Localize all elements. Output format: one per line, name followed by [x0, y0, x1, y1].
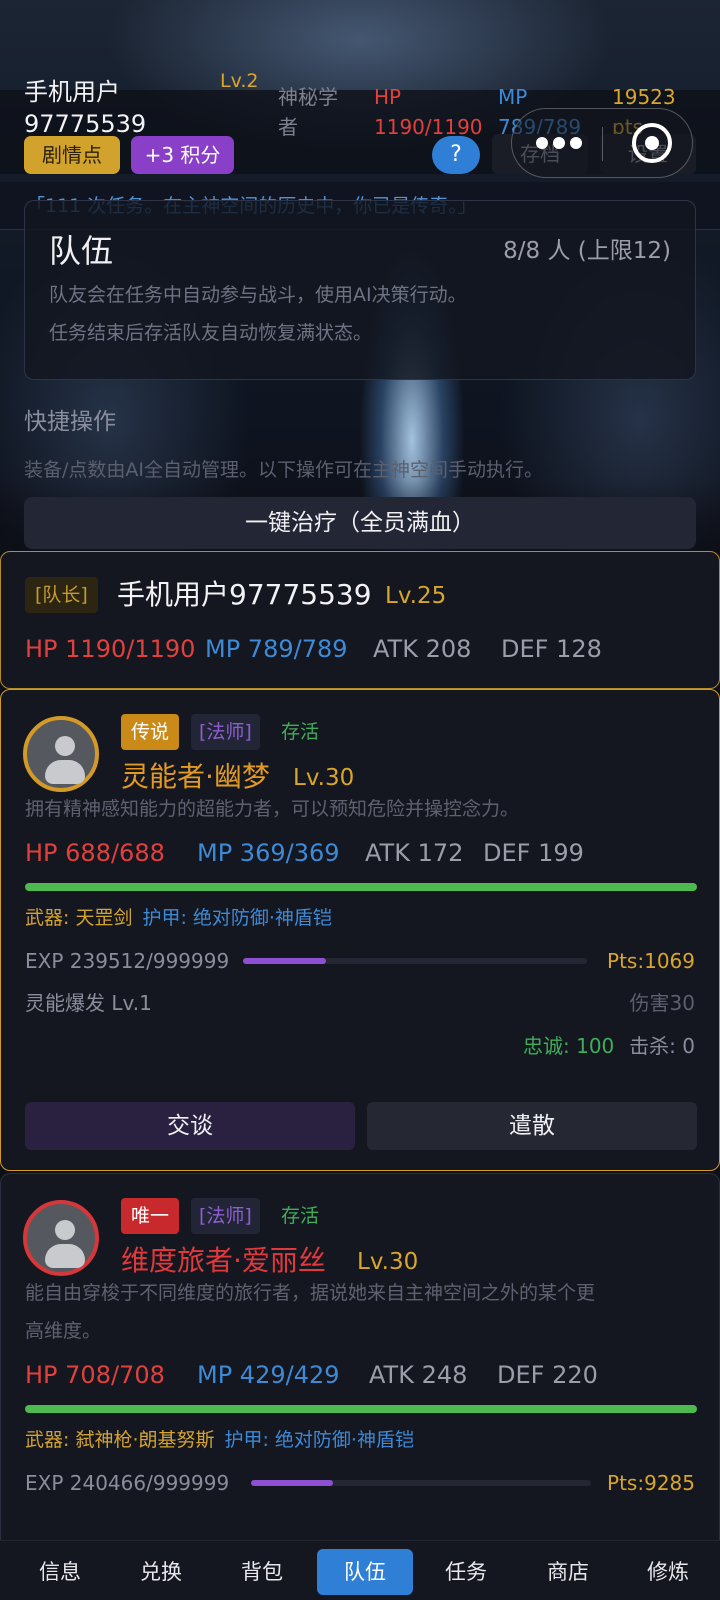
- member-desc-line-2: 高维度。: [25, 1320, 102, 1342]
- quick-actions-desc: 装备/点数由AI全自动管理。以下操作可在主神空间手动执行。: [24, 459, 544, 481]
- leader-level: Lv.25: [385, 583, 447, 609]
- heal-all-button[interactable]: 一键治疗（全员满血）: [24, 497, 696, 549]
- quick-actions-title: 快捷操作: [24, 409, 116, 435]
- exp-bar: [243, 958, 587, 964]
- member-points: Pts:9285: [607, 1471, 695, 1495]
- team-desc-line-1: 队友会在任务中自动参与战斗，使用AI决策行动。: [49, 284, 467, 306]
- nav-tab-training[interactable]: 修炼: [620, 1549, 716, 1595]
- player-hp: HP 1190/1190: [374, 85, 483, 139]
- member-hp: HP 688/688: [25, 839, 165, 867]
- loyalty-label: 忠诚: 100: [523, 1034, 615, 1058]
- target-circle-icon[interactable]: [632, 123, 672, 163]
- hp-bar: [25, 1405, 697, 1413]
- class-badge: [法师]: [191, 714, 260, 750]
- more-dots-icon[interactable]: [536, 133, 582, 153]
- nav-tab-exchange[interactable]: 兑换: [113, 1549, 209, 1595]
- exp-label: EXP 239512/999999: [25, 949, 230, 973]
- weapon-label: 武器: 弑神枪·朗基努斯: [25, 1429, 215, 1451]
- capsule-divider: [602, 127, 603, 161]
- member-def: DEF 220: [497, 1361, 598, 1389]
- team-info-card: 队伍 8/8 人 (上限12) 队友会在任务中自动参与战斗，使用AI决策行动。 …: [24, 200, 696, 380]
- player-level: Lv.2: [220, 70, 259, 92]
- team-title: 队伍: [49, 232, 114, 270]
- score-badge: +3 积分: [131, 136, 234, 174]
- user-avatar-icon: [23, 1200, 99, 1276]
- nav-tab-quests[interactable]: 任务: [418, 1549, 514, 1595]
- member-atk: ATK 172: [365, 839, 464, 867]
- member-points: Pts:1069: [607, 949, 695, 973]
- member-hp: HP 708/708: [25, 1361, 165, 1389]
- weapon-label: 武器: 天罡剑: [25, 907, 133, 929]
- player-title: 神秘学者: [278, 85, 338, 139]
- member-atk: ATK 248: [369, 1361, 468, 1389]
- player-name: 手机用户97775539: [24, 78, 147, 138]
- exp-bar: [251, 1480, 591, 1486]
- nav-tab-shop[interactable]: 商店: [520, 1549, 616, 1595]
- rarity-badge: 唯一: [121, 1198, 180, 1234]
- armor-label: 护甲: 绝对防御·神盾铠: [142, 907, 332, 929]
- bottom-nav: 信息 兑换 背包 队伍 任务 商店 修炼: [0, 1540, 720, 1600]
- member-desc-line-1: 能自由穿梭于不同维度的旅行者，据说她来自主神空间之外的某个更: [25, 1282, 596, 1304]
- equipment-line: 武器: 天罡剑 护甲: 绝对防御·神盾铠: [25, 903, 332, 933]
- exp-label: EXP 240466/999999: [25, 1471, 230, 1495]
- leader-name: 手机用户97775539: [117, 578, 372, 611]
- class-badge: [法师]: [191, 1198, 260, 1234]
- nav-tab-team[interactable]: 队伍: [317, 1549, 413, 1595]
- user-avatar-icon: [23, 716, 99, 792]
- leader-def: DEF 128: [501, 635, 602, 663]
- leader-hp: HP 1190/1190: [25, 635, 196, 663]
- armor-label: 护甲: 绝对防御·神盾铠: [224, 1429, 414, 1451]
- team-desc-line-2: 任务结束后存活队友自动恢复满状态。: [49, 322, 373, 344]
- nav-tab-bag[interactable]: 背包: [214, 1549, 310, 1595]
- damage-label: 伤害30: [629, 991, 695, 1015]
- status-badge: 存活: [281, 1205, 320, 1227]
- member-def: DEF 199: [483, 839, 584, 867]
- equipment-line: 武器: 弑神枪·朗基努斯 护甲: 绝对防御·神盾铠: [25, 1425, 414, 1455]
- nav-tab-info[interactable]: 信息: [12, 1549, 108, 1595]
- member-desc: 拥有精神感知能力的超能力者，可以预知危险并操控念力。: [25, 798, 520, 820]
- skill-label: 灵能爆发 Lv.1: [25, 991, 152, 1015]
- kills-label: 击杀: 0: [629, 1034, 695, 1058]
- member-card: 唯一 [法师] 存活 维度旅者·爱丽丝 Lv.30 能自由穿梭于不同维度的旅行者…: [0, 1173, 720, 1553]
- rarity-badge: 传说: [121, 714, 180, 750]
- member-mp: MP 369/369: [197, 839, 340, 867]
- miniapp-capsule: [511, 108, 693, 178]
- leader-atk: ATK 208: [373, 635, 472, 663]
- status-badge: 存活: [281, 721, 320, 743]
- help-button[interactable]: ?: [432, 136, 480, 174]
- leader-card: [队长] 手机用户97775539 Lv.25 HP 1190/1190 MP …: [0, 551, 720, 689]
- leader-mp: MP 789/789: [205, 635, 348, 663]
- team-count: 8/8 人 (上限12): [503, 238, 671, 264]
- talk-button[interactable]: 交谈: [25, 1102, 355, 1150]
- hp-bar: [25, 883, 697, 891]
- leader-tag: [队长]: [25, 577, 98, 613]
- dismiss-button[interactable]: 遣散: [367, 1102, 697, 1150]
- story-points-button[interactable]: 剧情点: [24, 136, 120, 174]
- member-mp: MP 429/429: [197, 1361, 340, 1389]
- member-card: 传说 [法师] 存活 灵能者·幽梦 Lv.30 拥有精神感知能力的超能力者，可以…: [0, 689, 720, 1171]
